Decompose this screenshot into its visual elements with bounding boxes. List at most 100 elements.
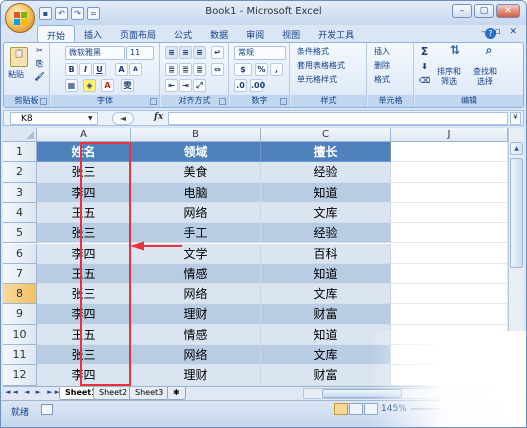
vertical-scroll-thumb[interactable]	[510, 158, 523, 268]
restore-button[interactable]: ▢	[474, 4, 494, 18]
row-header-5[interactable]: 5	[3, 223, 37, 244]
table-cell[interactable]: 理财	[131, 365, 261, 386]
worksheet-grid[interactable]: ABCJ 1 2 3 4 5 6 7 8 9 10 11 12 姓名 领域 擅长 张三 美食 经验 李四 电脑 知道王…	[3, 128, 508, 386]
row-header-12[interactable]: 12	[3, 365, 37, 386]
macro-record-icon[interactable]	[41, 404, 53, 415]
tab-2[interactable]: 页面布局	[111, 25, 165, 42]
workbook-window-controls[interactable]: – ▫ ✕	[481, 27, 520, 37]
minimize-button[interactable]: –	[452, 4, 472, 18]
font-launcher-icon[interactable]	[150, 98, 157, 105]
table-cell[interactable]: 网络	[131, 284, 261, 305]
font-color-icon[interactable]: A	[101, 79, 114, 92]
sort-filter-button[interactable]: 排序和 筛选	[437, 67, 461, 87]
alignment-launcher-icon[interactable]	[219, 98, 226, 105]
align-center-icon[interactable]: ≣	[179, 63, 192, 76]
align-bottom-icon[interactable]: ≡	[193, 46, 206, 59]
table-header-cell[interactable]: 领域	[131, 142, 261, 163]
number-format-select[interactable]: 常规	[234, 46, 286, 60]
table-cell[interactable]: 文库	[261, 345, 391, 366]
empty-cell[interactable]	[391, 263, 508, 285]
clipboard-launcher-icon[interactable]	[40, 98, 47, 105]
zoom-slider[interactable]	[411, 408, 491, 410]
empty-cell[interactable]	[391, 345, 508, 366]
align-top-icon[interactable]: ≡	[165, 46, 178, 59]
decrease-indent-icon[interactable]: ⇤	[165, 79, 178, 92]
table-cell[interactable]: 网络	[131, 345, 261, 366]
row-header-4[interactable]: 4	[3, 202, 37, 224]
table-cell[interactable]: 知道	[261, 263, 391, 285]
border-icon[interactable]: ▦	[65, 79, 78, 92]
binoculars-icon[interactable]: ⌕	[479, 44, 499, 63]
number-launcher-icon[interactable]	[280, 98, 287, 105]
chevron-down-icon[interactable]: ▼	[88, 115, 93, 122]
close-button[interactable]: ✕	[496, 4, 520, 18]
empty-cell[interactable]	[391, 284, 508, 305]
table-cell[interactable]: 文库	[261, 202, 391, 224]
cell-styles-button[interactable]: 单元格样式	[293, 73, 341, 87]
sheet-tab-2[interactable]: Sheet2	[93, 387, 134, 400]
horizontal-scroll-thumb[interactable]	[322, 389, 402, 398]
name-box[interactable]: K8	[10, 112, 98, 125]
table-cell[interactable]: 情感	[131, 263, 261, 285]
increase-decimal-icon[interactable]: .0	[234, 79, 247, 92]
font-size-select[interactable]: 11	[126, 46, 154, 60]
row-header-11[interactable]: 11	[3, 345, 37, 366]
wrap-text-icon[interactable]: ↵	[211, 46, 224, 59]
sheet-nav-buttons[interactable]: ◄◄ ◄ ► ►►	[5, 388, 62, 396]
row-header-9[interactable]: 9	[3, 304, 37, 325]
increase-indent-icon[interactable]: ⇥	[179, 79, 192, 92]
conditional-format-button[interactable]: 条件格式	[293, 45, 333, 59]
currency-icon[interactable]: $	[234, 63, 252, 76]
table-header-cell[interactable]: 擅长	[261, 142, 391, 163]
fill-icon[interactable]: ⬇	[418, 61, 431, 74]
empty-cell[interactable]	[391, 304, 508, 325]
zoom-in-icon[interactable]: +	[493, 403, 504, 414]
table-cell[interactable]: 美食	[131, 162, 261, 183]
office-button[interactable]	[5, 3, 35, 33]
row-header-10[interactable]: 10	[3, 324, 37, 345]
normal-view-icon[interactable]	[334, 403, 348, 415]
table-cell[interactable]: 财富	[261, 365, 391, 386]
row-header-1[interactable]: 1	[3, 142, 37, 163]
empty-cell[interactable]	[391, 142, 508, 163]
decrease-decimal-icon[interactable]: .00	[250, 79, 265, 92]
table-cell[interactable]: 经验	[261, 223, 391, 244]
column-header-col-a[interactable]: A	[37, 128, 131, 142]
table-cell[interactable]: 经验	[261, 162, 391, 183]
insert-function-button[interactable]: fx	[154, 112, 163, 122]
cut-icon[interactable]: ✂	[33, 45, 46, 58]
expand-formula-bar-icon[interactable]: ¥	[510, 112, 521, 125]
table-cell[interactable]: 网络	[131, 202, 261, 224]
delete-cells-button[interactable]: 删除	[370, 59, 394, 73]
shrink-font-button[interactable]: A	[129, 63, 142, 76]
underline-button[interactable]: U	[93, 63, 106, 76]
align-middle-icon[interactable]: ≡	[179, 46, 192, 59]
table-cell[interactable]: 理财	[131, 304, 261, 325]
grow-font-button[interactable]: A	[115, 63, 128, 76]
empty-cell[interactable]	[391, 182, 508, 203]
table-cell[interactable]: 财富	[261, 304, 391, 325]
tab-0[interactable]: 开始	[37, 25, 76, 42]
scroll-down-icon[interactable]: ▼	[510, 370, 523, 383]
align-right-icon[interactable]: ≣	[193, 63, 206, 76]
insert-sheet-icon[interactable]: ✱	[167, 387, 186, 400]
zoom-level[interactable]: 145%	[381, 404, 407, 414]
table-cell[interactable]: 知道	[261, 324, 391, 345]
bold-button[interactable]: B	[65, 63, 78, 76]
phonetic-button[interactable]: 雯	[121, 79, 134, 92]
font-name-select[interactable]: 微软雅黑	[65, 46, 125, 60]
row-header-8[interactable]: 8	[3, 284, 37, 305]
comma-button[interactable]: ,	[270, 63, 283, 76]
align-left-icon[interactable]: ≣	[165, 63, 178, 76]
find-select-button[interactable]: 查找和 选择	[473, 67, 497, 87]
paste-icon[interactable]: 📋	[10, 47, 28, 67]
row-header-2[interactable]: 2	[3, 162, 37, 183]
empty-cell[interactable]	[391, 202, 508, 224]
tab-1[interactable]: 插入	[75, 25, 111, 42]
merge-center-icon[interactable]: ⇔	[211, 63, 224, 76]
empty-cell[interactable]	[391, 365, 508, 386]
fill-color-icon[interactable]: ◈	[83, 79, 96, 92]
vertical-scrollbar[interactable]: ▲ ▼	[508, 128, 524, 386]
format-painter-icon[interactable]: 🖌	[33, 71, 46, 84]
empty-cell[interactable]	[391, 223, 508, 244]
